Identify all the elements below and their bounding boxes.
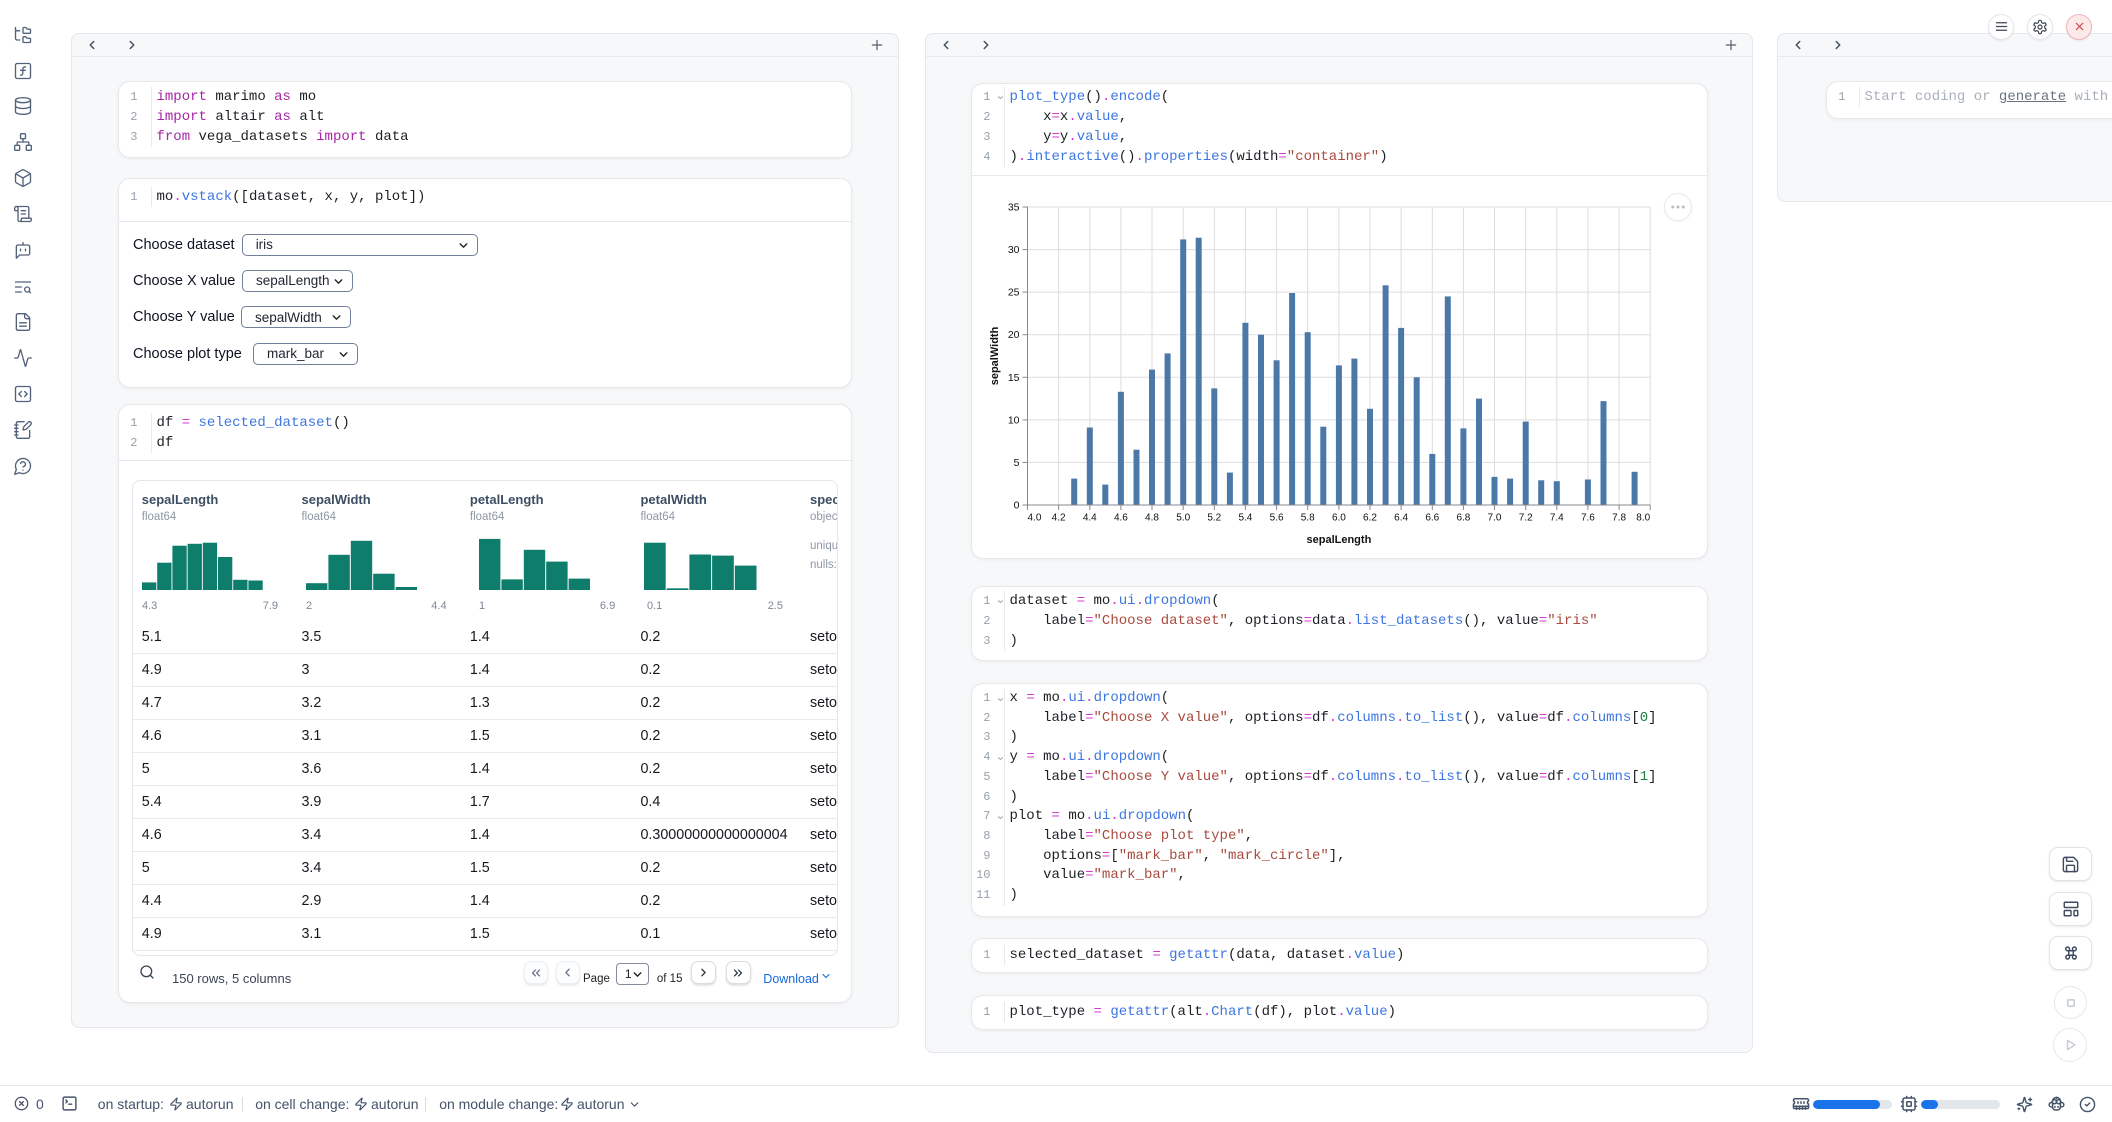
svg-text:4.6: 4.6 bbox=[1114, 512, 1128, 523]
svg-text:7.0: 7.0 bbox=[1488, 512, 1502, 523]
svg-text:0: 0 bbox=[1014, 499, 1020, 511]
svg-text:4.2: 4.2 bbox=[1052, 512, 1066, 523]
svg-text:5.8: 5.8 bbox=[1301, 512, 1315, 523]
svg-text:6.8: 6.8 bbox=[1456, 512, 1470, 523]
svg-text:4.0: 4.0 bbox=[1028, 512, 1042, 523]
svg-text:8.0: 8.0 bbox=[1636, 512, 1650, 523]
svg-text:6.2: 6.2 bbox=[1363, 512, 1377, 523]
svg-text:5: 5 bbox=[1014, 456, 1020, 468]
svg-text:sepalWidth: sepalWidth bbox=[989, 326, 1001, 385]
svg-text:4.4: 4.4 bbox=[1083, 512, 1097, 523]
svg-text:sepalLength: sepalLength bbox=[1307, 534, 1372, 546]
svg-text:20: 20 bbox=[1008, 329, 1020, 341]
svg-text:7.8: 7.8 bbox=[1612, 512, 1626, 523]
svg-text:5.0: 5.0 bbox=[1176, 512, 1190, 523]
svg-text:6.6: 6.6 bbox=[1425, 512, 1439, 523]
svg-text:10: 10 bbox=[1008, 414, 1020, 426]
svg-text:7.4: 7.4 bbox=[1550, 512, 1564, 523]
svg-text:4.8: 4.8 bbox=[1145, 512, 1159, 523]
svg-text:35: 35 bbox=[1008, 201, 1020, 213]
svg-text:5.2: 5.2 bbox=[1207, 512, 1221, 523]
svg-text:6.0: 6.0 bbox=[1332, 512, 1346, 523]
svg-text:30: 30 bbox=[1008, 244, 1020, 256]
svg-text:7.2: 7.2 bbox=[1519, 512, 1533, 523]
svg-text:15: 15 bbox=[1008, 371, 1020, 383]
svg-text:5.6: 5.6 bbox=[1270, 512, 1284, 523]
svg-text:25: 25 bbox=[1008, 286, 1020, 298]
svg-text:6.4: 6.4 bbox=[1394, 512, 1408, 523]
svg-text:7.6: 7.6 bbox=[1581, 512, 1595, 523]
svg-text:5.4: 5.4 bbox=[1238, 512, 1252, 523]
